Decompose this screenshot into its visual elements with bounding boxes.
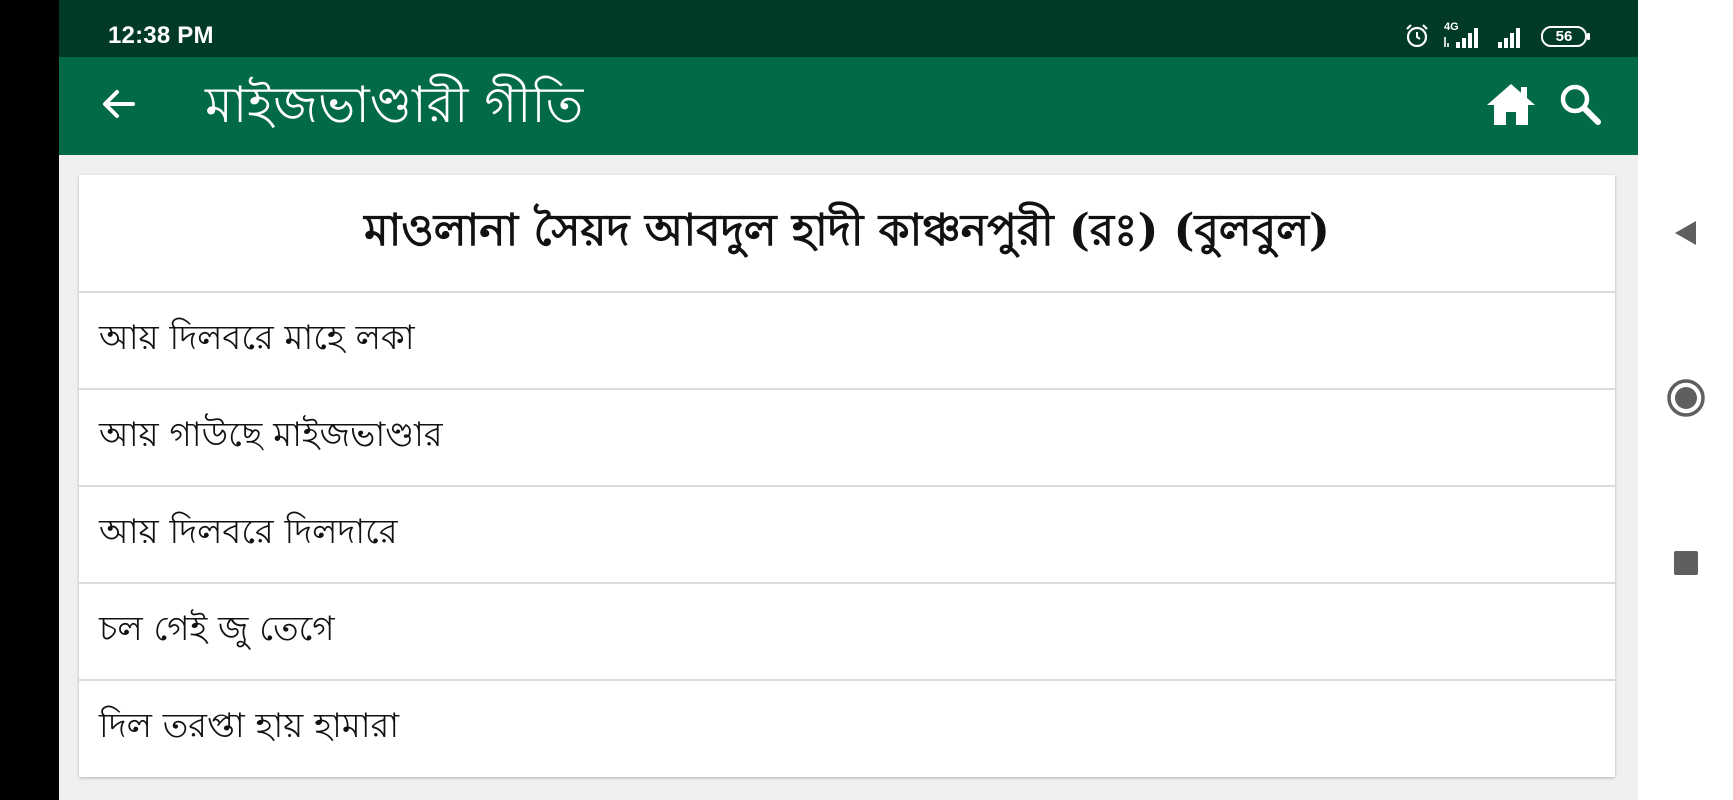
search-icon: [1558, 82, 1602, 130]
nav-recents-button[interactable]: [1638, 525, 1733, 605]
app-bar: মাইজভাণ্ডারী গীতি: [59, 57, 1638, 155]
song-title: আয় গাউছে মাইজভাণ্ডার: [99, 415, 443, 455]
song-title: চল গেই জু তেগে: [99, 609, 335, 649]
back-button[interactable]: [93, 80, 145, 132]
nav-home-button[interactable]: [1638, 360, 1733, 440]
home-circle-icon: [1666, 378, 1706, 422]
song-item[interactable]: চল গেই জু তেগে: [79, 584, 1615, 681]
home-icon: [1485, 81, 1537, 131]
battery-icon: 56: [1540, 23, 1592, 49]
back-arrow-icon: [99, 84, 139, 128]
song-title: আয় দিলবরে মাহে লকা: [99, 318, 415, 358]
search-button[interactable]: [1555, 81, 1605, 131]
song-item[interactable]: আয় গাউছে মাইজভাণ্ডার: [79, 390, 1615, 487]
phone-screen: 12:38 PM 4G 56 মাইজভাণ্ডারী গীতি মাওলানা…: [59, 0, 1638, 800]
song-item[interactable]: দিল তরপ্তা হায় হামারা: [79, 681, 1615, 776]
back-triangle-icon: [1671, 218, 1701, 252]
card-header: মাওলানা সৈয়দ আবদুল হাদী কাঞ্চনপুরী (রঃ)…: [79, 175, 1615, 293]
song-title: দিল তরপ্তা হায় হামারা: [99, 706, 400, 746]
song-title: আয় দিলবরে দিলদারে: [99, 512, 398, 552]
signal-icon: [1496, 23, 1528, 49]
song-list-card: মাওলানা সৈয়দ আবদুল হাদী কাঞ্চনপুরী (রঃ)…: [79, 175, 1615, 777]
signal-4g-icon: 4G: [1442, 21, 1484, 49]
status-time: 12:38 PM: [108, 22, 214, 49]
poet-title: মাওলানা সৈয়দ আবদুল হাদী কাঞ্চনপুরী (রঃ)…: [364, 204, 1330, 256]
battery-level: 56: [1555, 28, 1573, 45]
system-nav-bar: [1638, 0, 1733, 800]
recents-square-icon: [1672, 549, 1700, 581]
song-list: আয় দিলবরে মাহে লকা আয় গাউছে মাইজভাণ্ডা…: [79, 293, 1615, 776]
left-bezel: [0, 0, 59, 800]
song-item[interactable]: আয় দিলবরে মাহে লকা: [79, 293, 1615, 390]
song-item[interactable]: আয় দিলবরে দিলদারে: [79, 487, 1615, 584]
nav-back-button[interactable]: [1638, 195, 1733, 275]
alarm-icon: [1404, 23, 1430, 49]
status-icons: 4G 56: [1404, 21, 1592, 50]
app-title: মাইজভাণ্ডারী গীতি: [205, 76, 584, 134]
status-bar: 12:38 PM 4G 56: [59, 0, 1638, 57]
home-button[interactable]: [1483, 79, 1539, 133]
